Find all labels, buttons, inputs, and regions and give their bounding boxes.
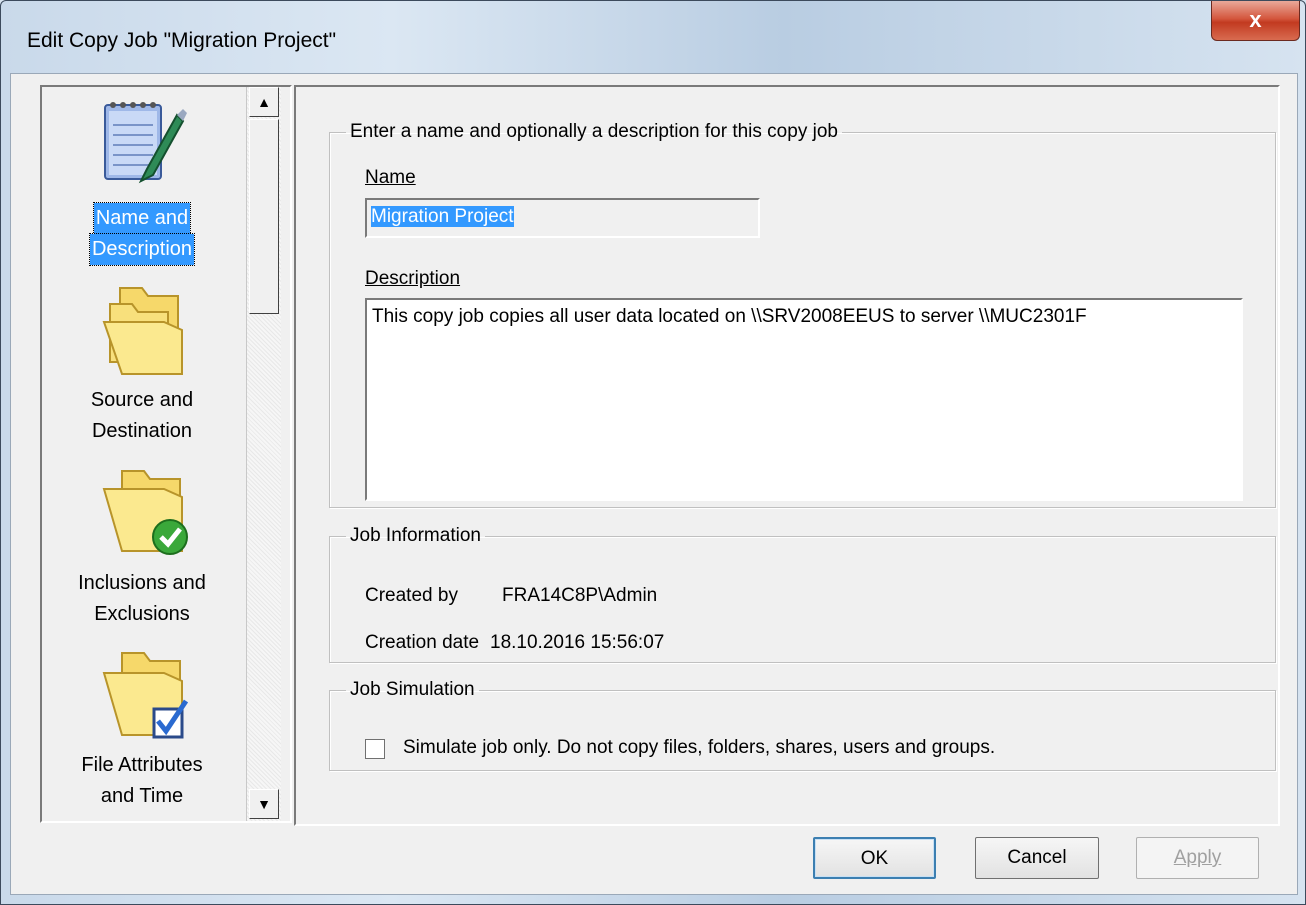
main-panel: Enter a name and optionally a descriptio… <box>294 85 1280 826</box>
name-input-value: Migration Project <box>371 206 514 227</box>
job-simulation-group: Job Simulation Simulate job only. Do not… <box>329 679 1276 771</box>
description-textarea[interactable]: This copy job copies all user data locat… <box>365 298 1243 501</box>
close-button[interactable]: x <box>1211 1 1300 41</box>
sidebar-item-label: Exclusions <box>94 603 190 625</box>
sidebar-item-label: Name and <box>92 202 192 235</box>
folder-checkbox-icon <box>102 652 189 739</box>
name-label: Name <box>365 167 416 189</box>
group-legend: Enter a name and optionally a descriptio… <box>350 121 838 142</box>
sidebar-item-label: Description <box>88 233 196 266</box>
name-label-text: Name <box>365 167 416 188</box>
description-label-text: Description <box>365 268 461 289</box>
name-description-group: Enter a name and optionally a descriptio… <box>329 121 1276 508</box>
folder-check-icon <box>102 470 188 555</box>
group-legend: Job Information <box>350 525 481 546</box>
scroll-up-button[interactable]: ▲ <box>249 87 279 117</box>
simulate-checkbox-label[interactable]: Simulate job only. Do not copy files, fo… <box>403 737 995 759</box>
sidebar-item-label: Source and <box>90 389 194 411</box>
scroll-thumb[interactable] <box>249 119 279 314</box>
sidebar-item-label: Inclusions and <box>78 572 206 594</box>
sidebar: Name and Description Source and Destinat… <box>40 85 292 823</box>
window-title: Edit Copy Job "Migration Project" <box>27 29 337 52</box>
sidebar-item-label: and Time <box>100 785 184 807</box>
sidebar-item-name-description[interactable]: Name and Description <box>42 95 242 270</box>
folders-icon <box>102 287 183 375</box>
job-information-group: Job Information Created by FRA14C8P\Admi… <box>329 525 1276 663</box>
sidebar-item-source-destination[interactable]: Source and Destination <box>42 282 242 452</box>
creation-date-value: 18.10.2016 15:56:07 <box>490 632 665 653</box>
sidebar-item-label: Destination <box>91 420 193 442</box>
dialog-client-area: Name and Description Source and Destinat… <box>10 73 1298 895</box>
apply-button[interactable]: Apply <box>1136 837 1259 879</box>
title-bar[interactable]: Edit Copy Job "Migration Project" x <box>1 1 1305 73</box>
name-input[interactable]: Migration Project <box>365 198 760 238</box>
dialog-window: Edit Copy Job "Migration Project" x Name… <box>0 0 1306 905</box>
group-legend: Job Simulation <box>350 679 475 700</box>
created-by-value: FRA14C8P\Admin <box>502 585 658 606</box>
sidebar-item-inclusions-exclusions[interactable]: Inclusions and Exclusions <box>42 465 242 630</box>
sidebar-scrollbar[interactable]: ▲ ▼ <box>246 87 281 821</box>
cancel-button[interactable]: Cancel <box>975 837 1099 879</box>
apply-button-label: Apply <box>1173 847 1222 868</box>
sidebar-item-file-attributes[interactable]: File Attributes and Time <box>42 647 242 812</box>
sidebar-item-label: File Attributes <box>81 754 203 776</box>
scroll-down-button[interactable]: ▼ <box>249 789 279 819</box>
ok-button[interactable]: OK <box>813 837 936 879</box>
simulate-checkbox[interactable] <box>365 739 385 759</box>
description-label: Description <box>365 268 460 290</box>
created-by-label: Created by <box>365 585 458 606</box>
creation-date-label: Creation date <box>365 632 480 653</box>
notepad-pencil-icon <box>104 102 187 184</box>
